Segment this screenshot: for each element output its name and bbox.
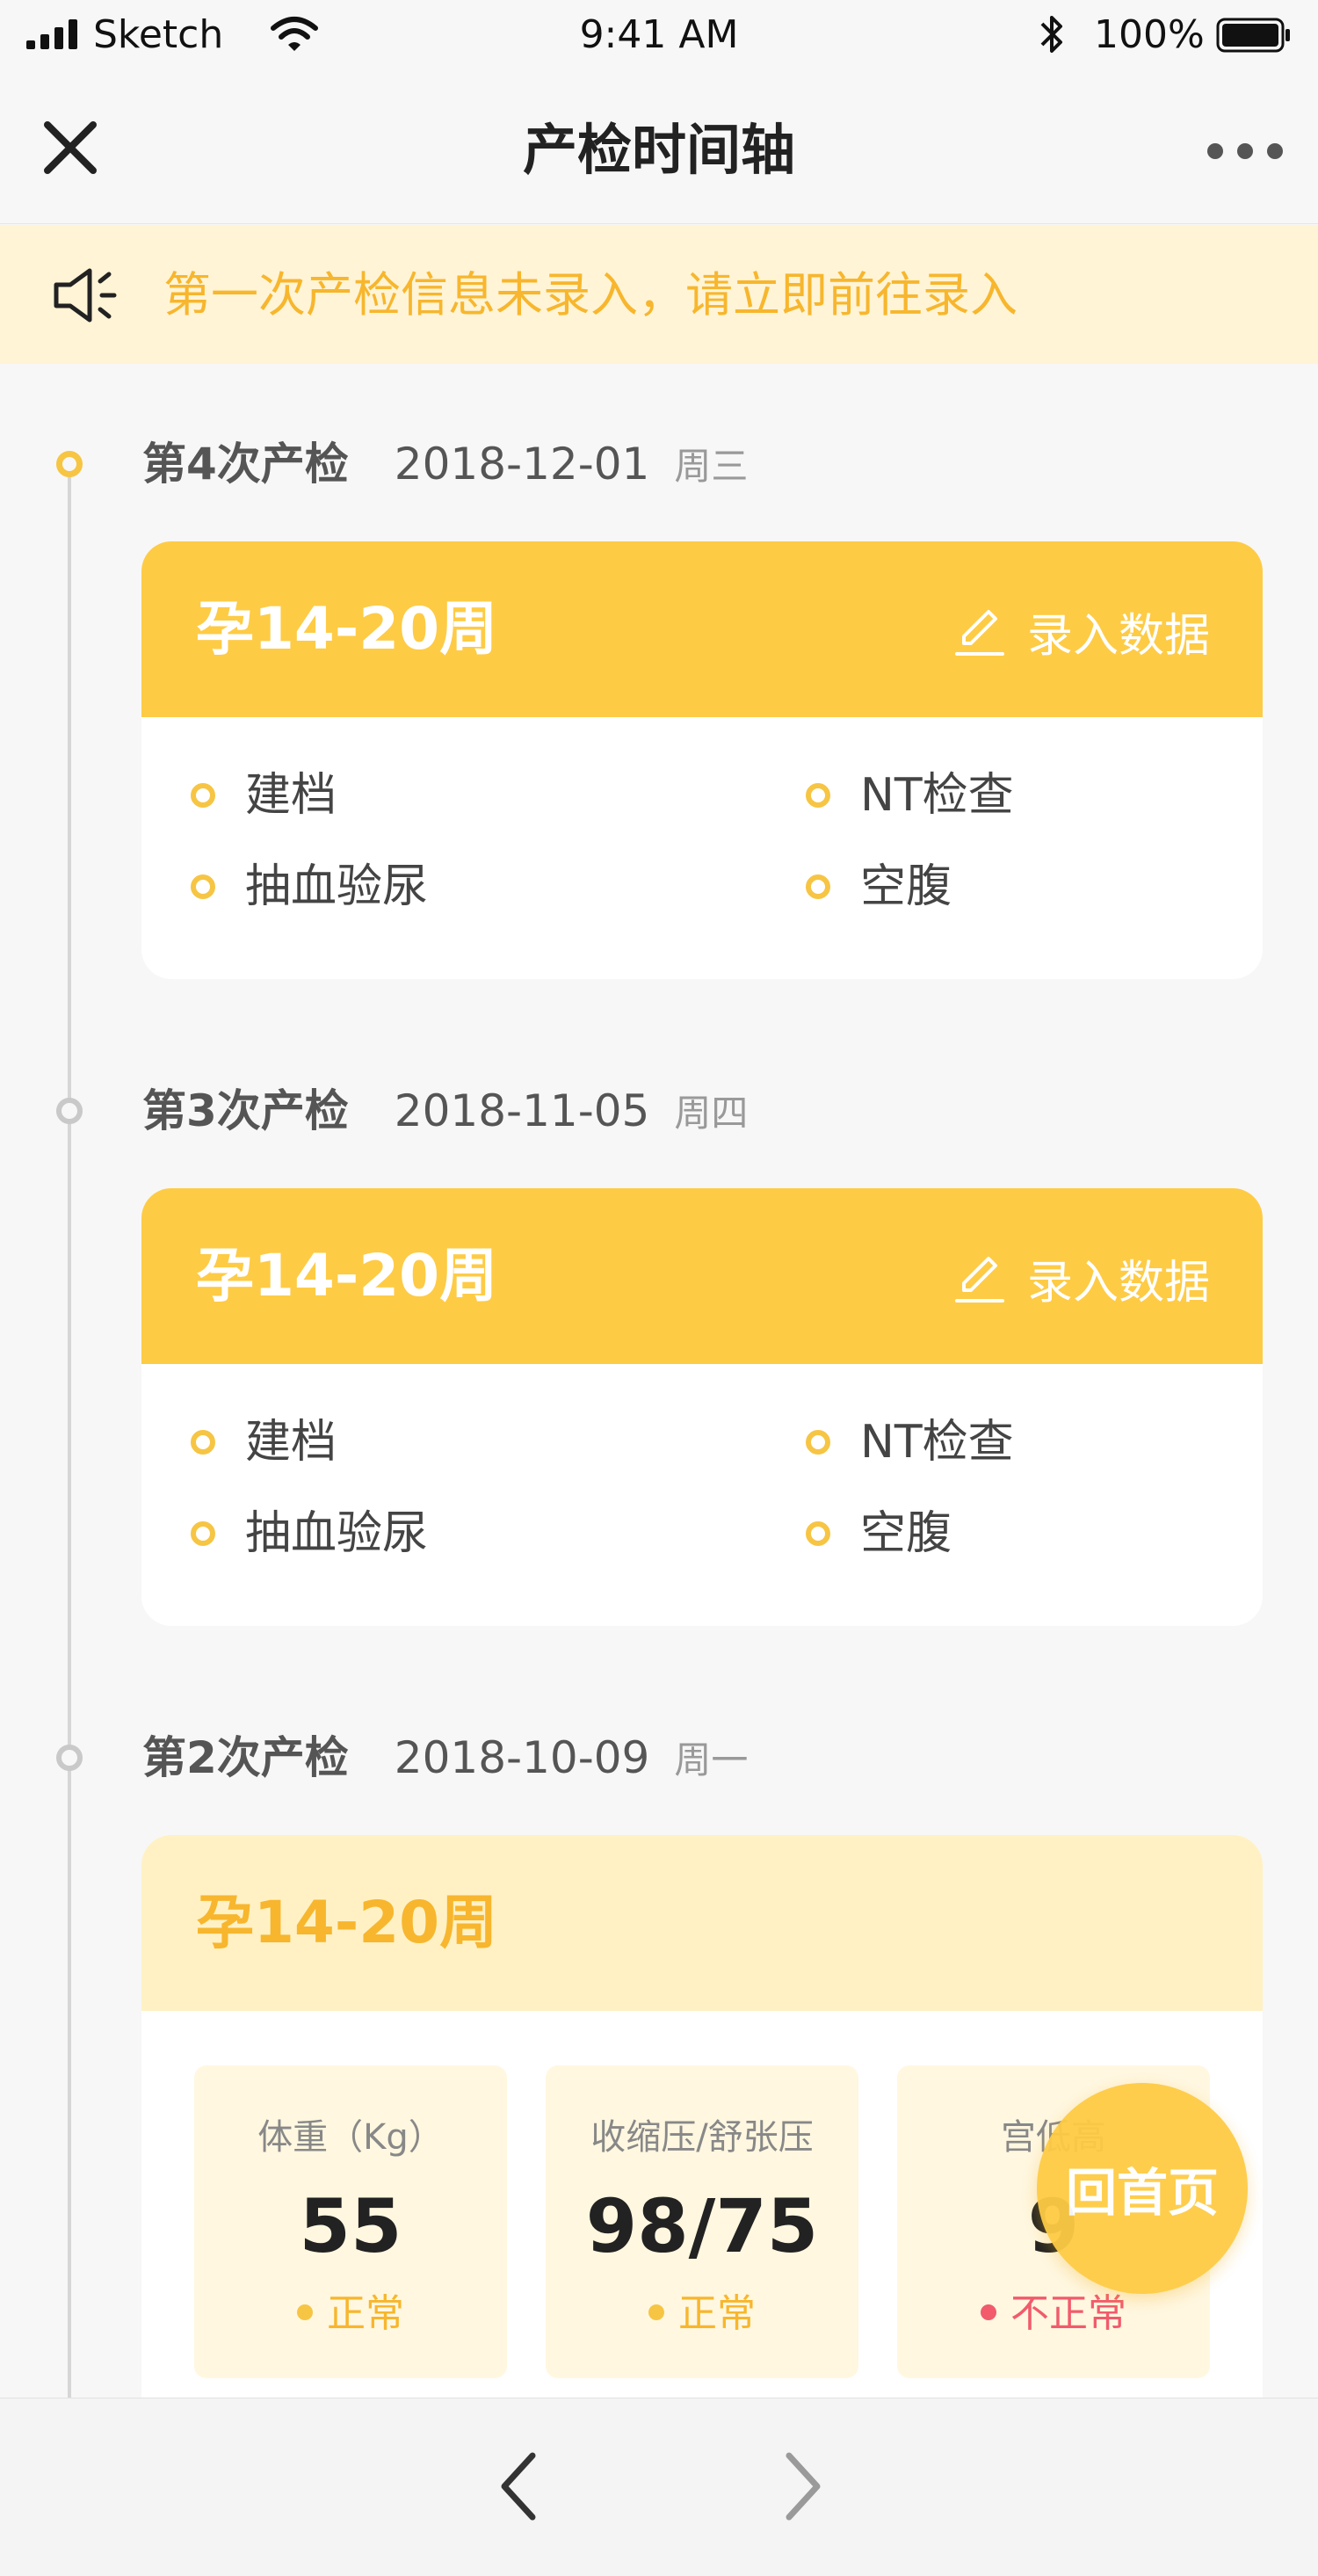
exam-item: 抽血验尿 bbox=[191, 856, 428, 918]
checkup-date: 2018-11-05 bbox=[394, 1085, 650, 1136]
checkup-date: 2018-10-09 bbox=[394, 1732, 650, 1783]
card-title: 孕14-20周 bbox=[196, 1889, 498, 1956]
checkup-weekday: 周三 bbox=[674, 445, 749, 488]
exam-item: 空腹 bbox=[806, 1503, 952, 1564]
bottom-bar bbox=[0, 2398, 1318, 2576]
item-label: NT检查 bbox=[860, 769, 1014, 822]
timeline-dot-active bbox=[56, 451, 83, 477]
exam-item: 抽血验尿 bbox=[191, 1503, 428, 1564]
checkup-weekday: 周四 bbox=[674, 1092, 749, 1135]
metric-weight: 体重（Kg） 55 正常 bbox=[194, 2065, 507, 2378]
metric-label: 体重（Kg） bbox=[257, 2117, 444, 2158]
checkup-weekday: 周一 bbox=[674, 1738, 749, 1781]
edit-icon bbox=[954, 610, 1004, 656]
exam-item: NT检查 bbox=[806, 765, 1014, 826]
more-icon[interactable] bbox=[1206, 132, 1285, 171]
timeline-header: 第3次产检 2018-11-05 周四 bbox=[142, 1080, 748, 1144]
timeline-header: 第4次产检 2018-12-01 周三 bbox=[142, 433, 748, 497]
status-label: 正常 bbox=[678, 2291, 756, 2336]
back-home-button[interactable]: 回首页 bbox=[1037, 2083, 1248, 2294]
metric-blood-pressure: 收缩压/舒张压 98/75 正常 bbox=[546, 2065, 858, 2378]
bluetooth-icon bbox=[1040, 16, 1062, 53]
exam-item: NT检查 bbox=[806, 1411, 1014, 1473]
timeline-dot bbox=[56, 1098, 83, 1124]
item-label: 建档 bbox=[245, 1416, 337, 1469]
item-dot-icon bbox=[806, 1430, 830, 1455]
chevron-left-icon[interactable] bbox=[489, 2447, 550, 2526]
checkup-card[interactable]: 孕14-20周 录入数据 建档 NT检查 抽血验尿 空腹 bbox=[141, 541, 1263, 979]
status-dot-icon bbox=[981, 2304, 996, 2320]
notice-text: 第一次产检信息未录入，请立即前往录入 bbox=[163, 267, 1017, 323]
checkup-label: 第4次产检 bbox=[142, 439, 349, 490]
item-dot-icon bbox=[806, 1521, 830, 1546]
metric-status: 正常 bbox=[546, 2287, 858, 2341]
item-dot-icon bbox=[191, 1430, 215, 1455]
checkup-date: 2018-12-01 bbox=[394, 439, 650, 490]
status-label: 正常 bbox=[327, 2291, 404, 2336]
enter-data-button[interactable]: 录入数据 bbox=[952, 596, 1210, 666]
item-dot-icon bbox=[806, 783, 830, 808]
checkup-card[interactable]: 孕14-20周 录入数据 建档 NT检查 抽血验尿 空腹 bbox=[141, 1188, 1263, 1626]
metric-status: 正常 bbox=[194, 2287, 507, 2341]
item-label: 空腹 bbox=[860, 1507, 952, 1560]
speaker-icon bbox=[54, 268, 117, 323]
item-label: NT检查 bbox=[860, 1416, 1014, 1469]
chevron-right-icon[interactable] bbox=[771, 2447, 833, 2526]
metric-label: 收缩压/舒张压 bbox=[590, 2117, 814, 2158]
battery-icon bbox=[1216, 18, 1290, 53]
item-dot-icon bbox=[191, 1521, 215, 1546]
metric-value: 55 bbox=[299, 2183, 402, 2269]
card-header: 孕14-20周 bbox=[141, 1835, 1263, 2011]
card-header: 孕14-20周 录入数据 bbox=[141, 541, 1263, 717]
item-dot-icon bbox=[806, 874, 830, 899]
card-title: 孕14-20周 bbox=[196, 1242, 498, 1310]
item-label: 建档 bbox=[245, 769, 337, 822]
exam-item: 空腹 bbox=[806, 856, 952, 918]
item-label: 空腹 bbox=[860, 860, 952, 913]
timeline-header: 第2次产检 2018-10-09 周一 bbox=[142, 1727, 748, 1791]
metric-status: 不正常 bbox=[897, 2287, 1210, 2341]
exam-item: 建档 bbox=[191, 765, 337, 826]
timeline-dot bbox=[56, 1745, 83, 1771]
enter-data-button[interactable]: 录入数据 bbox=[952, 1243, 1210, 1313]
metric-value: 98/75 bbox=[585, 2183, 819, 2269]
status-label: 不正常 bbox=[1010, 2291, 1126, 2336]
status-dot-icon bbox=[648, 2304, 664, 2320]
item-label: 抽血验尿 bbox=[245, 1507, 429, 1560]
battery-percentage: 100% bbox=[1094, 12, 1205, 57]
item-dot-icon bbox=[191, 874, 215, 899]
checkup-label: 第3次产检 bbox=[142, 1085, 349, 1136]
enter-data-label: 录入数据 bbox=[1026, 609, 1210, 663]
edit-icon bbox=[954, 1257, 1004, 1303]
card-title: 孕14-20周 bbox=[196, 595, 498, 663]
enter-data-label: 录入数据 bbox=[1026, 1256, 1210, 1310]
page-title: 产检时间轴 bbox=[522, 118, 795, 182]
timeline-line bbox=[68, 466, 71, 2399]
status-dot-icon bbox=[297, 2304, 313, 2320]
card-header: 孕14-20周 录入数据 bbox=[141, 1188, 1263, 1364]
exam-item: 建档 bbox=[191, 1411, 337, 1473]
checkup-label: 第2次产检 bbox=[142, 1732, 349, 1783]
item-label: 抽血验尿 bbox=[245, 860, 429, 913]
item-dot-icon bbox=[191, 783, 215, 808]
